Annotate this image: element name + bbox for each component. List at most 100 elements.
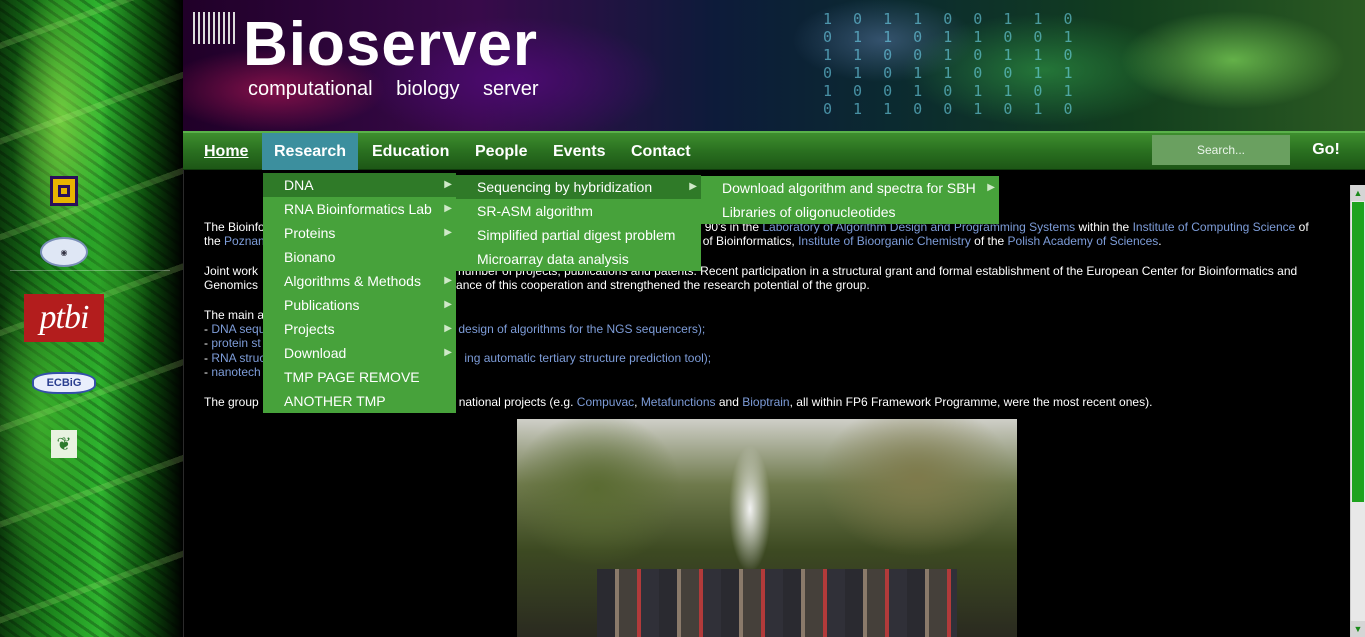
scroll-up-arrow-icon[interactable]: ▲ (1351, 185, 1365, 201)
link-dna-sequencing[interactable]: DNA sequ (211, 322, 265, 336)
text: , all within FP6 Framework Programme, we… (789, 394, 1153, 409)
menu-item-sbh[interactable]: Sequencing by hybridization ▶ (456, 175, 701, 199)
menu-item-tmp-page[interactable]: TMP PAGE REMOVE (263, 365, 456, 389)
menu-item-label: Proteins (284, 225, 336, 241)
text: Joint work (204, 263, 259, 278)
dna-submenu: Sequencing by hybridization ▶ SR-ASM algo… (456, 175, 701, 271)
partner-logo-seal[interactable]: ◉ (40, 237, 88, 267)
ptbi-logo[interactable]: ptbi (24, 294, 104, 342)
link-ibch[interactable]: Institute of Bioorganic Chemistry (798, 234, 971, 248)
nav-people[interactable]: People (463, 133, 539, 170)
menu-item-label: Microarray data analysis (477, 251, 629, 267)
menu-item-proteins[interactable]: Proteins ▶ (263, 221, 456, 245)
research-dropdown: DNA ▶ RNA Bioinformatics Lab ▶ Proteins ▶ B… (263, 173, 456, 413)
square-icon (58, 185, 70, 197)
text: of (1295, 220, 1309, 234)
menu-item-dna[interactable]: DNA ▶ (263, 173, 456, 197)
search-input[interactable]: Search... (1152, 135, 1290, 165)
text: the (204, 234, 225, 249)
page-scrollbar[interactable]: ▲ ▼ (1350, 185, 1365, 637)
menu-item-label: ANOTHER TMP (284, 393, 386, 409)
menu-item-oligo-libraries[interactable]: Libraries of oligonucleotides (701, 200, 999, 224)
text: of the (970, 234, 1008, 249)
nav-contact[interactable]: Contact (619, 133, 703, 170)
menu-item-label: RNA Bioinformatics Lab (284, 201, 432, 217)
text: Genomics (204, 278, 259, 293)
menu-item-label: Projects (284, 321, 335, 337)
ptbi-logo-text: ptbi (39, 299, 90, 336)
partner-logo-1[interactable] (50, 176, 78, 206)
chevron-right-icon: ▶ (444, 323, 452, 334)
link-poznan[interactable]: Poznan (224, 234, 265, 248)
nav-events[interactable]: Events (541, 133, 617, 170)
link-nanotech[interactable]: nanotech (211, 365, 260, 379)
link-institute-cs[interactable]: Institute of Computing Science (1133, 220, 1296, 234)
menu-item-label: Algorithms & Methods (284, 273, 421, 289)
text: The group (204, 394, 259, 409)
menu-item-sr-asm[interactable]: SR-ASM algorithm (456, 199, 701, 223)
menu-item-label: Bionano (284, 249, 336, 265)
binary-code-decoration: 1 0 1 1 0 0 1 1 0 0 1 1 0 1 1 0 0 1 1 1 … (823, 10, 1079, 118)
menu-item-label: DNA (284, 177, 314, 193)
text: The Bioinfo (204, 220, 265, 234)
chevron-right-icon: ▶ (444, 275, 452, 286)
text: and (715, 394, 743, 409)
link-rna-tool[interactable]: ing automatic tertiary structure predict… (464, 351, 711, 365)
sbh-submenu: Download algorithm and spectra for SBH ▶ … (701, 176, 999, 224)
sidebar-divider (10, 270, 170, 271)
nav-home[interactable]: Home (192, 133, 260, 170)
text: . (1158, 234, 1162, 249)
page: ◉ ptbi ECBiG ❦ 1 0 1 1 0 0 1 1 0 0 1 1 0… (0, 0, 1365, 637)
menu-item-another-tmp[interactable]: ANOTHER TMP (263, 389, 456, 413)
menu-item-download[interactable]: Download ▶ (263, 341, 456, 365)
menu-item-label: Download algorithm and spectra for SBH (722, 180, 976, 196)
menu-item-bionano[interactable]: Bionano (263, 245, 456, 269)
menu-item-publications[interactable]: Publications ▶ (263, 293, 456, 317)
menu-item-label: Sequencing by hybridization (477, 179, 653, 195)
group-photo-people (597, 569, 957, 637)
menu-item-microarray[interactable]: Microarray data analysis (456, 247, 701, 271)
menu-item-download-sbh[interactable]: Download algorithm and spectra for SBH ▶ (701, 176, 999, 200)
link-protein[interactable]: protein st (211, 336, 260, 350)
ecbig-logo[interactable]: ECBiG (32, 372, 96, 394)
text: , (634, 394, 641, 409)
site-subtitle: computational biology server (248, 78, 539, 100)
leaf-icon: ❦ (56, 433, 72, 454)
search-go-button[interactable]: Go! (1300, 134, 1352, 166)
menu-item-label: SR-ASM algorithm (477, 203, 593, 219)
chevron-right-icon: ▶ (444, 299, 452, 310)
nav-research[interactable]: Research (262, 133, 359, 170)
menu-item-spdp[interactable]: Simplified partial digest problem (456, 223, 701, 247)
menu-item-projects[interactable]: Projects ▶ (263, 317, 456, 341)
link-compuvac[interactable]: Compuvac (577, 395, 634, 409)
link-ngs[interactable]: design of algorithms for the NGS sequenc… (458, 322, 705, 336)
link-metafunctions[interactable]: Metafunctions (641, 395, 716, 409)
menu-item-label: Libraries of oligonucleotides (722, 204, 896, 220)
text: national projects (e.g. (458, 394, 577, 409)
menu-item-algorithms[interactable]: Algorithms & Methods ▶ (263, 269, 456, 293)
text: within the (1075, 220, 1133, 234)
chevron-right-icon: ▶ (689, 181, 697, 192)
chevron-right-icon: ▶ (444, 179, 452, 190)
chevron-right-icon: ▶ (444, 203, 452, 214)
chevron-right-icon: ▶ (444, 347, 452, 358)
leaf-logo[interactable]: ❦ (51, 430, 77, 458)
link-rna[interactable]: RNA struc (211, 351, 265, 365)
menu-item-rna-lab[interactable]: RNA Bioinformatics Lab ▶ (263, 197, 456, 221)
text: of Bioinformatics, (702, 234, 799, 249)
link-pas[interactable]: Polish Academy of Sciences (1008, 234, 1159, 248)
chevron-right-icon: ▶ (987, 182, 995, 193)
ecbig-logo-text: ECBiG (46, 377, 82, 389)
barcode-decoration (193, 12, 238, 44)
text: ance of this cooperation and strengthene… (456, 278, 870, 293)
chevron-right-icon: ▶ (444, 227, 452, 238)
nav-education[interactable]: Education (360, 133, 461, 170)
site-title[interactable]: Bioserver (243, 10, 538, 80)
group-photo (517, 419, 1017, 637)
scroll-down-arrow-icon[interactable]: ▼ (1351, 621, 1365, 637)
link-bioptrain[interactable]: Bioptrain (742, 395, 789, 409)
menu-item-label: Publications (284, 297, 360, 313)
menu-item-label: Simplified partial digest problem (477, 227, 676, 243)
text: The main a (204, 307, 265, 322)
scrollbar-thumb[interactable] (1352, 202, 1364, 502)
